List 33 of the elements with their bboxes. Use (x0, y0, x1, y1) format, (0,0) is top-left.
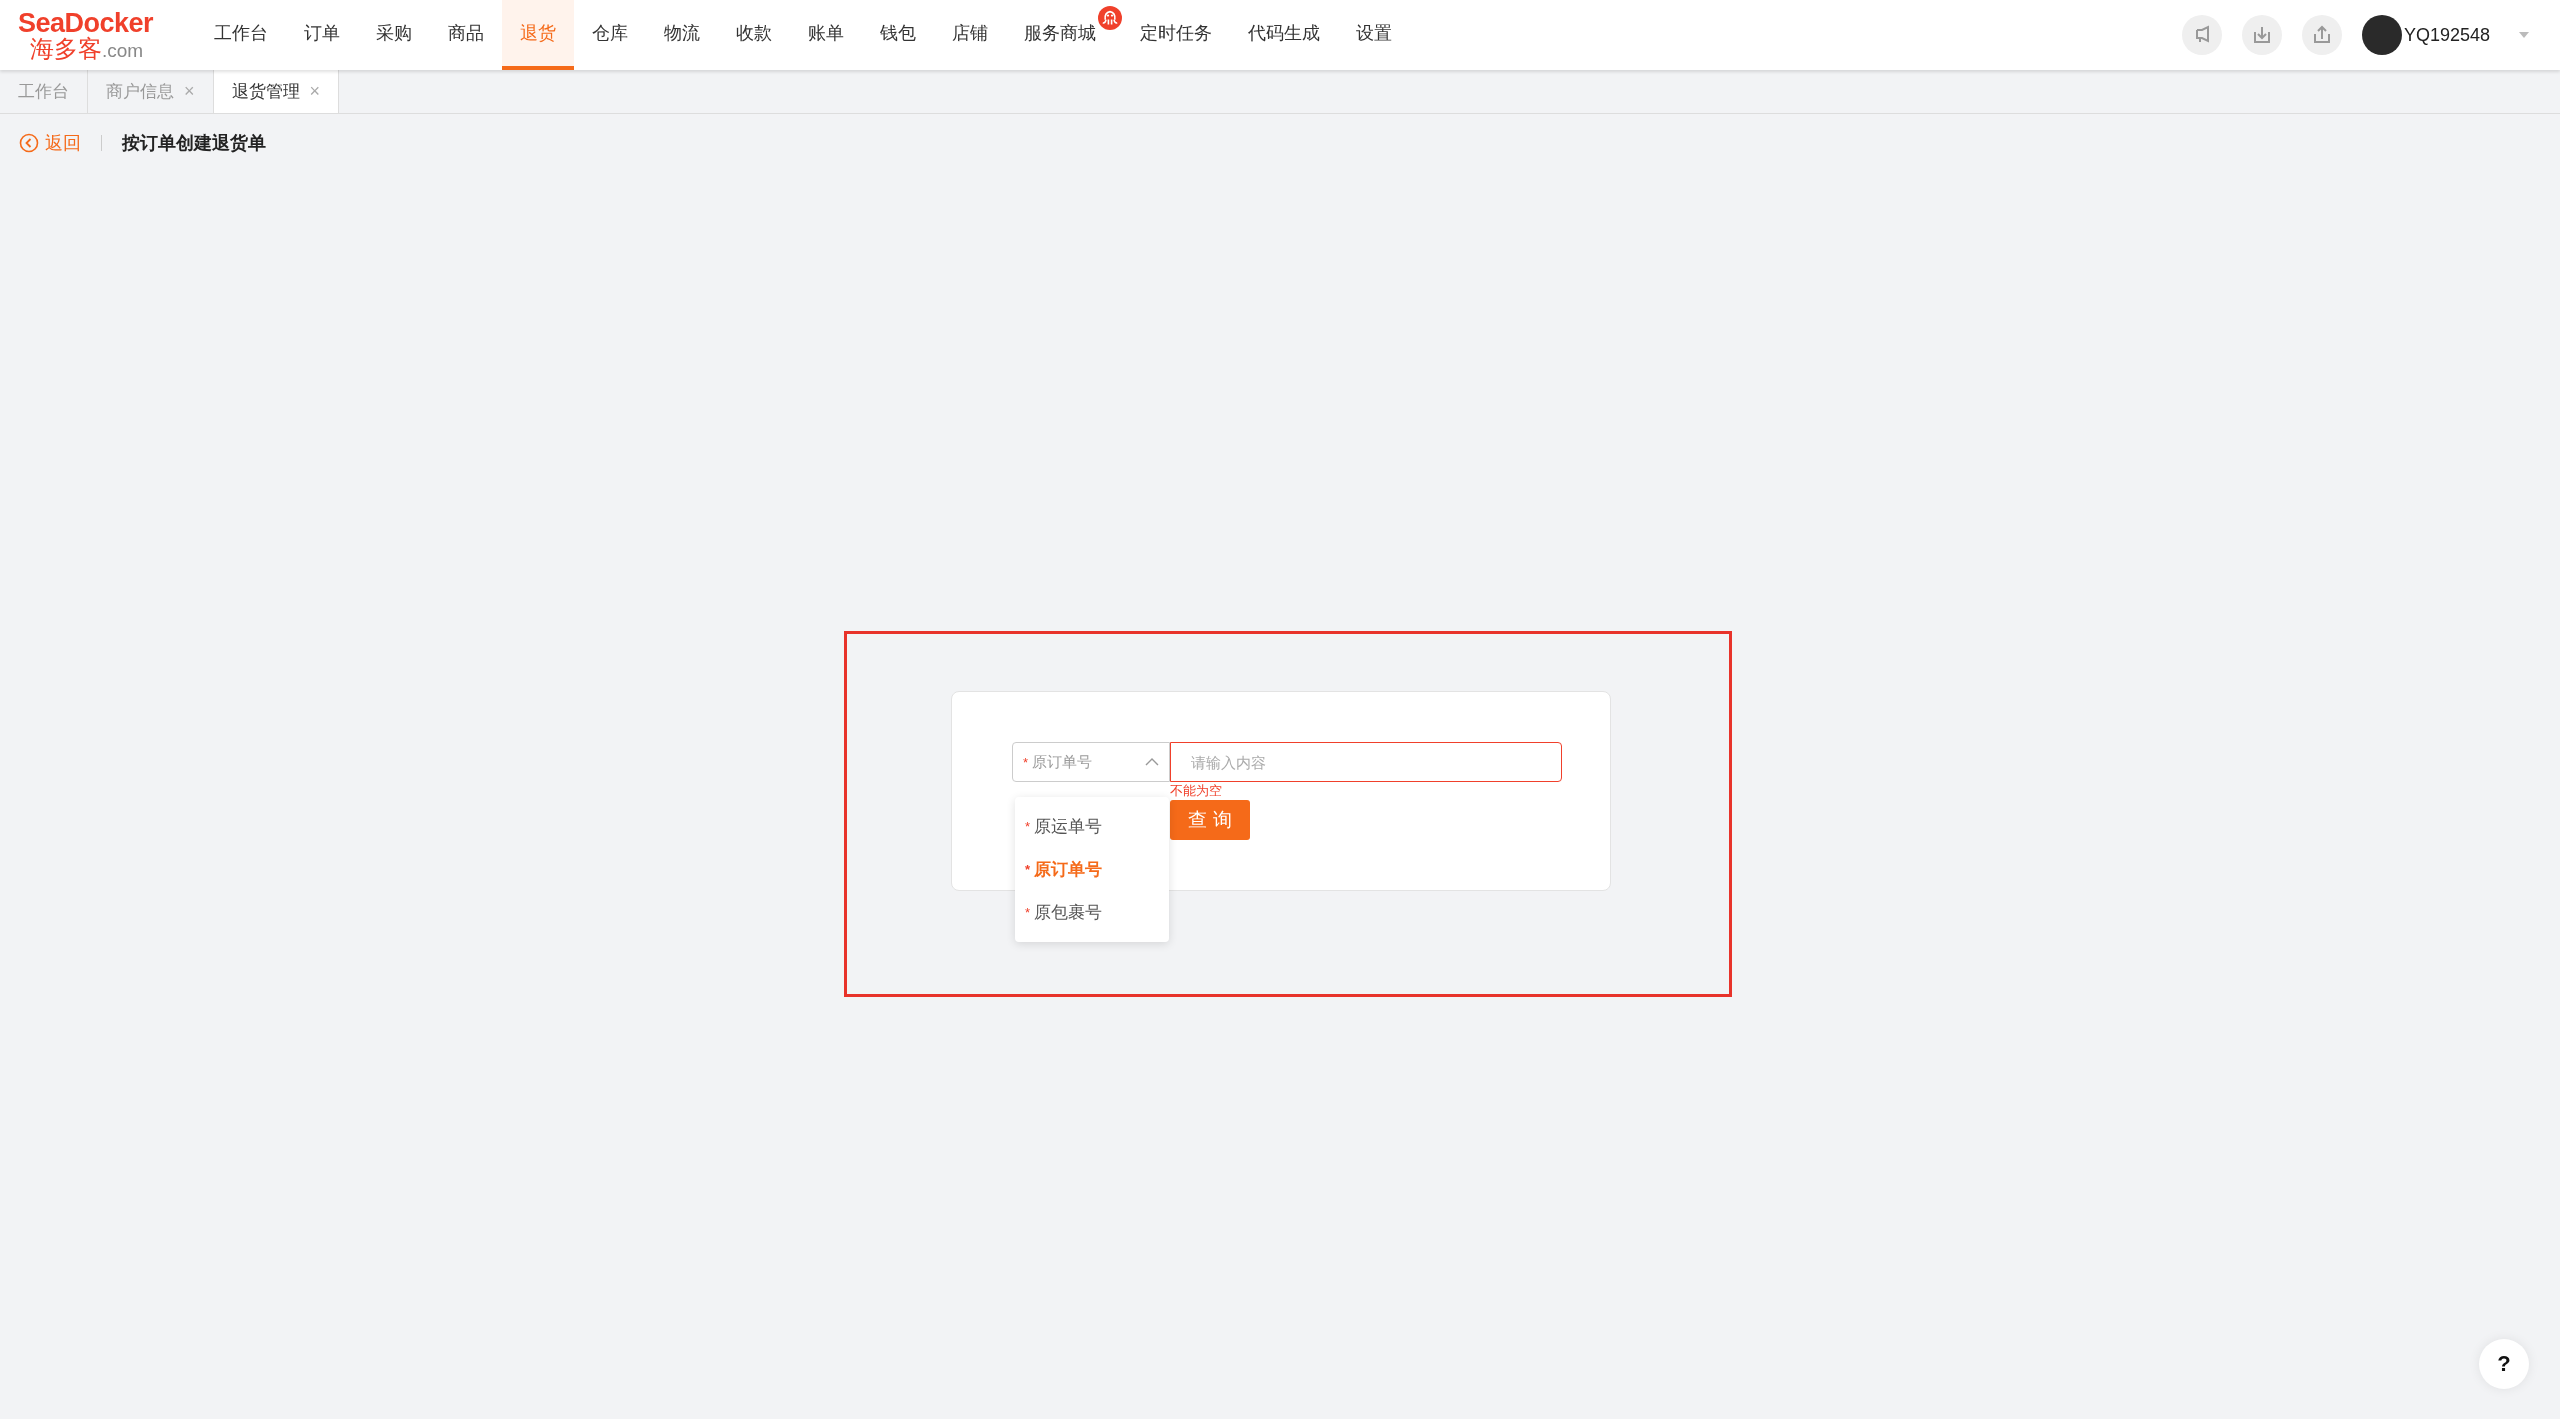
nav-tab[interactable]: 物流 (646, 0, 718, 70)
input-field[interactable]: 请输入内容 (1170, 742, 1562, 782)
caret-down-icon[interactable] (2518, 31, 2530, 39)
page-tab[interactable]: 退货管理 × (213, 70, 340, 113)
back-chevron-icon (19, 133, 39, 153)
nav-tab[interactable]: 定时任务 (1122, 0, 1230, 70)
chevron-icon (1145, 758, 1159, 766)
nav-tab[interactable]: 账单 (790, 0, 862, 70)
nav-tab[interactable]: 工作台 (196, 0, 286, 70)
nav-tab[interactable]: 商品 (430, 0, 502, 70)
type-select[interactable]: * 原订单号 (1012, 742, 1170, 782)
upload-icon[interactable] (2301, 15, 2342, 55)
nav-tab[interactable]: 收款 (718, 0, 790, 70)
nav-tab[interactable]: 服务商城 (1006, 0, 1122, 70)
nav-tab[interactable]: 设置 (1338, 0, 1410, 70)
error-message: 不能为空 (1170, 784, 1222, 798)
dropdown-option[interactable]: * 原运单号 (1015, 805, 1169, 848)
tab-label[interactable]: 退货管理 (231, 80, 300, 103)
download-icon[interactable] (2241, 15, 2282, 55)
nav-tab[interactable]: 店铺 (934, 0, 1006, 70)
dropdown-option[interactable]: * 原订单号 (1015, 848, 1169, 891)
nav-tab[interactable]: 采购 (358, 0, 430, 70)
help-button[interactable]: ? (2479, 1339, 2529, 1389)
nav-tab[interactable]: 订单 (286, 0, 358, 70)
username[interactable]: YQ192548 (2403, 24, 2490, 46)
nav-tab[interactable]: 仓库 (574, 0, 646, 70)
nav-tab[interactable]: 代码生成 (1230, 0, 1338, 70)
logo[interactable]: SeaDocker 海多客.com (18, 9, 178, 61)
megaphone-icon[interactable] (2181, 15, 2222, 55)
user-avatar[interactable] (2361, 15, 2402, 55)
nav-tab[interactable]: 钱包 (862, 0, 934, 70)
page-title: 按订单创建退货单 (122, 132, 266, 155)
dropdown-option[interactable]: * 原包裹号 (1015, 891, 1169, 934)
